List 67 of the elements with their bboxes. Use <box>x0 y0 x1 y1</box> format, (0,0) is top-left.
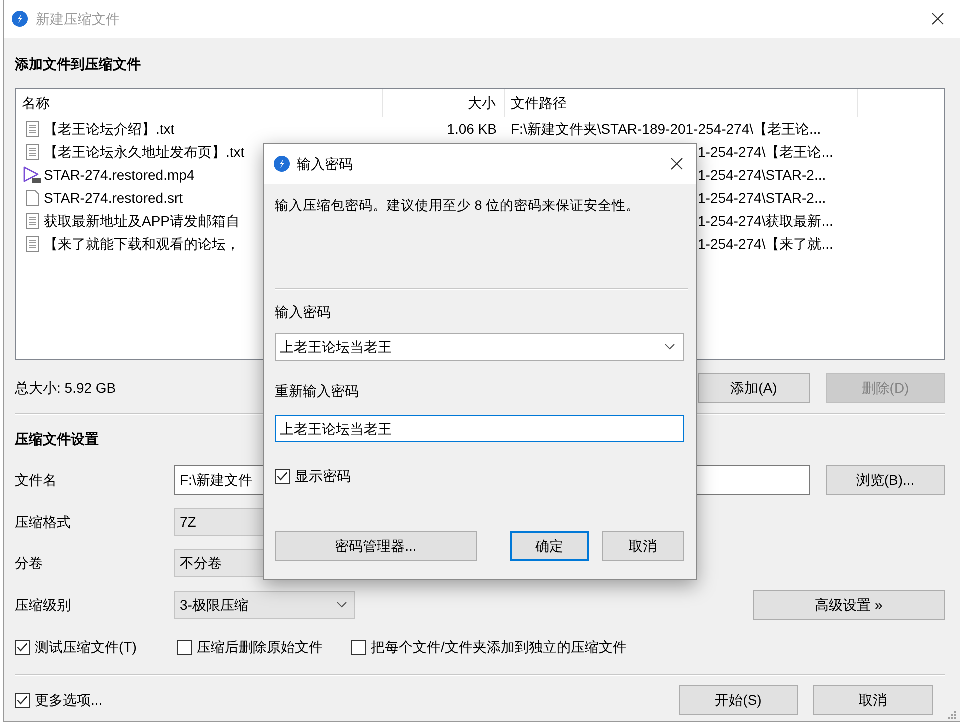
checkbox-label: 更多选项... <box>35 691 103 710</box>
file-path: F:\新建文件夹\STAR-189-201-254-274\【老王论... <box>511 120 822 138</box>
password-dropdown[interactable]: 上老王论坛当老王 <box>275 333 684 361</box>
check-icon <box>17 696 28 704</box>
button[interactable]: 取消 <box>602 531 684 561</box>
resize-grip-icon[interactable] <box>947 710 956 719</box>
window-title: 新建压缩文件 <box>36 10 120 29</box>
checkbox[interactable] <box>15 640 30 654</box>
close-icon[interactable] <box>671 158 683 170</box>
file-path: 1-254-274\STAR-2... <box>698 188 826 208</box>
checkbox[interactable] <box>15 692 30 708</box>
video-file-icon <box>22 166 42 184</box>
column-header[interactable]: 大小 <box>468 93 496 113</box>
file-name: 【老王论坛永久地址发布页】.txt <box>44 142 245 162</box>
check-icon <box>277 472 288 480</box>
section-heading: 添加文件到压缩文件 <box>15 55 141 74</box>
checkbox[interactable] <box>351 640 366 654</box>
text-file-icon <box>26 144 38 160</box>
file-path: 1-254-274\【老王论... <box>698 142 834 162</box>
dialog-title: 输入密码 <box>297 155 353 174</box>
dropdown[interactable]: 7Z <box>174 508 263 536</box>
password-field[interactable]: 上老王论坛当老王 <box>275 415 684 442</box>
button[interactable]: 添加(A) <box>698 373 810 403</box>
button[interactable]: 开始(S) <box>679 685 798 715</box>
text-file-icon <box>26 120 38 136</box>
checkbox-label: 压缩后删除原始文件 <box>197 638 323 657</box>
checkbox-label: 测试压缩文件(T) <box>35 638 137 657</box>
dialog-message: 输入压缩包密码。建议使用至少 8 位的密码来保证安全性。 <box>275 197 642 215</box>
file-name: 获取最新地址及APP请发邮箱自 <box>44 212 240 230</box>
button[interactable]: 高级设置 » <box>753 590 945 620</box>
file-path: 1-254-274\【来了就... <box>698 234 834 254</box>
text-file-icon <box>26 236 38 252</box>
field-label: 输入密码 <box>275 303 331 322</box>
file-path: 1-254-274\STAR-2... <box>698 166 826 184</box>
field-label: 文件名 <box>15 471 58 490</box>
button[interactable]: 密码管理器... <box>275 531 477 561</box>
column-header[interactable]: 文件路径 <box>511 93 567 113</box>
file-name: 【来了就能下载和观看的论坛， <box>44 234 240 254</box>
section-heading: 压缩文件设置 <box>15 430 99 449</box>
checkbox[interactable] <box>177 640 192 654</box>
file-path: 1-254-274\获取最新... <box>698 212 834 230</box>
file-name: 【老王论坛介绍】.txt <box>44 120 175 138</box>
checkbox[interactable] <box>275 468 290 484</box>
chevron-down-icon <box>337 602 347 608</box>
chevron-down-icon <box>665 344 675 350</box>
app-logo-icon <box>274 156 290 172</box>
column-header[interactable]: 名称 <box>22 93 50 113</box>
dropdown[interactable]: 不分卷 <box>174 549 263 577</box>
field-label: 分卷 <box>15 554 44 573</box>
app-logo-icon <box>12 11 28 27</box>
file-size: 1.06 KB <box>447 120 497 138</box>
file-name: STAR-274.restored.srt <box>44 188 184 208</box>
dropdown[interactable]: 3-极限压缩 <box>174 591 355 619</box>
check-icon <box>17 642 28 652</box>
blank-file-icon <box>26 190 38 206</box>
field-label: 压缩格式 <box>15 513 72 532</box>
total-size: 总大小: 5.92 GB <box>15 379 116 398</box>
button[interactable]: 浏览(B)... <box>826 465 945 495</box>
file-name: STAR-274.restored.mp4 <box>44 166 195 184</box>
checkbox-label: 把每个文件/文件夹添加到独立的压缩文件 <box>371 638 627 657</box>
close-icon[interactable] <box>932 13 944 25</box>
field-label: 重新输入密码 <box>275 382 359 401</box>
checkbox-label: 显示密码 <box>295 467 351 486</box>
button[interactable]: 确定 <box>510 531 589 561</box>
field-label: 压缩级别 <box>15 596 72 615</box>
button[interactable]: 取消 <box>813 685 933 715</box>
text-file-icon <box>26 212 38 228</box>
